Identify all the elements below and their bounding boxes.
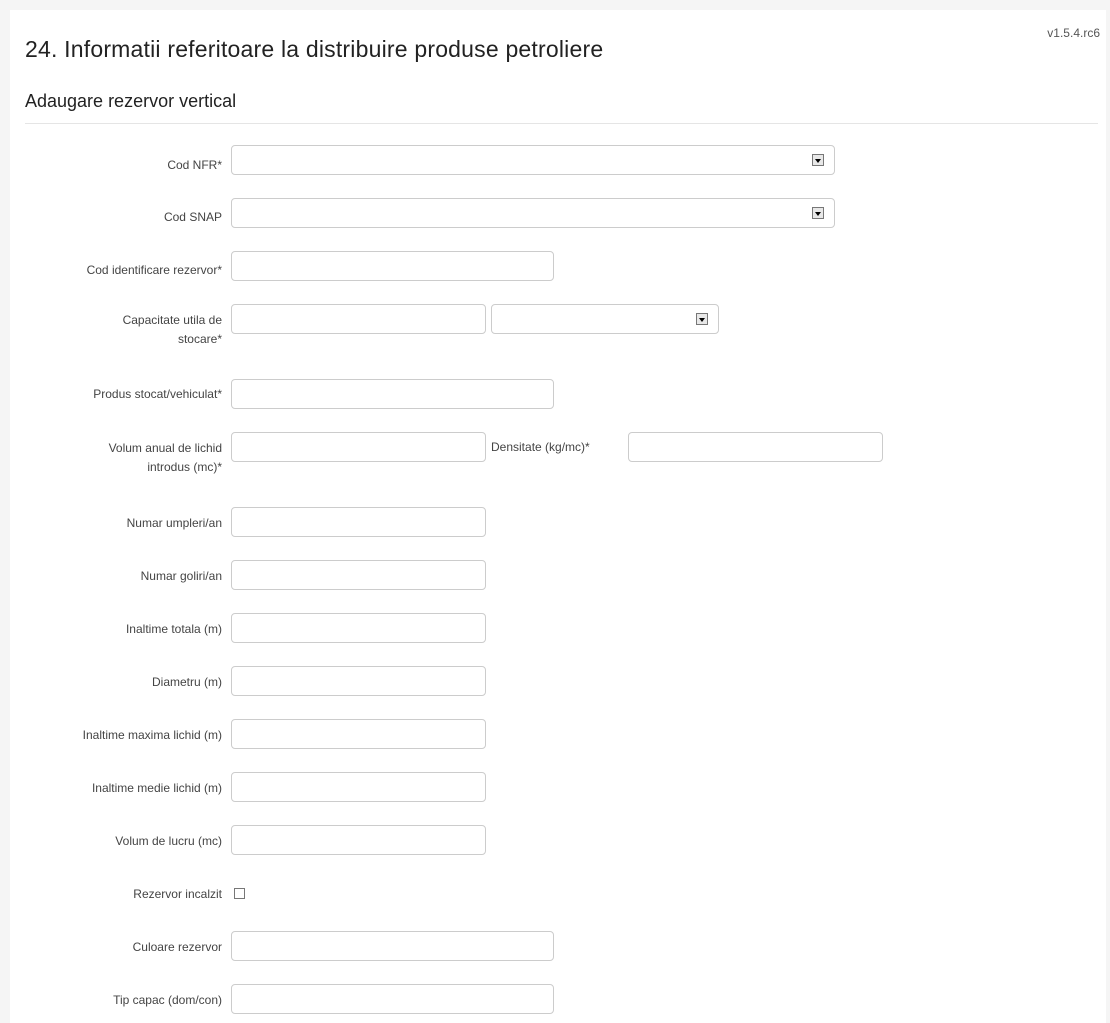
numar-umpleri-label: Numar umpleri/an bbox=[126, 516, 222, 530]
volum-lucru-label: Volum de lucru (mc) bbox=[115, 834, 222, 848]
volum-anual-input[interactable] bbox=[231, 432, 486, 462]
capacitate-label-line1: Capacitate utila de bbox=[122, 313, 222, 327]
rezervor-incalzit-label: Rezervor incalzit bbox=[133, 887, 222, 901]
cod-nfr-label: Cod NFR* bbox=[167, 158, 222, 172]
produs-label: Produs stocat/vehiculat* bbox=[93, 387, 222, 401]
diametru-input[interactable] bbox=[231, 666, 486, 696]
chevron-down-icon bbox=[812, 154, 824, 166]
tip-capac-input[interactable] bbox=[231, 984, 554, 1014]
section-subtitle: Adaugare rezervor vertical bbox=[25, 91, 237, 111]
cod-identificare-label: Cod identificare rezervor* bbox=[86, 263, 222, 277]
produs-input[interactable] bbox=[231, 379, 554, 409]
tip-capac-label: Tip capac (dom/con) bbox=[113, 993, 222, 1007]
culoare-label: Culoare rezervor bbox=[132, 940, 222, 954]
culoare-input[interactable] bbox=[231, 931, 554, 961]
numar-goliri-label: Numar goliri/an bbox=[140, 569, 222, 583]
capacitate-label: Capacitate utila de stocare* bbox=[123, 311, 222, 349]
inaltime-totala-input[interactable] bbox=[231, 613, 486, 643]
rezervor-incalzit-checkbox[interactable] bbox=[234, 888, 245, 899]
cod-snap-select[interactable] bbox=[231, 198, 835, 228]
capacitate-unit-select[interactable] bbox=[491, 304, 719, 334]
capacitate-input[interactable] bbox=[231, 304, 486, 334]
diametru-label: Diametru (m) bbox=[151, 675, 222, 689]
cod-snap-label: Cod SNAP bbox=[163, 210, 222, 224]
volum-anual-label-line2: introdus (mc)* bbox=[147, 460, 222, 474]
volum-anual-label: Volum anual de lichid introdus (mc)* bbox=[109, 439, 222, 477]
inaltime-totala-label: Inaltime totala (m) bbox=[125, 622, 222, 636]
inaltime-medie-label: Inaltime medie lichid (m) bbox=[91, 781, 222, 795]
numar-goliri-input[interactable] bbox=[231, 560, 486, 590]
capacitate-label-line2: stocare* bbox=[177, 332, 222, 346]
chevron-down-icon bbox=[812, 207, 824, 219]
cod-identificare-input[interactable] bbox=[231, 251, 554, 281]
chevron-down-icon bbox=[696, 313, 708, 325]
densitate-input[interactable] bbox=[628, 432, 883, 462]
inaltime-maxima-input[interactable] bbox=[231, 719, 486, 749]
inaltime-medie-input[interactable] bbox=[231, 772, 486, 802]
numar-umpleri-input[interactable] bbox=[231, 507, 486, 537]
volum-lucru-input[interactable] bbox=[231, 825, 486, 855]
volum-anual-label-line1: Volum anual de lichid bbox=[108, 441, 222, 455]
densitate-label: Densitate (kg/mc)* bbox=[491, 440, 590, 454]
section-divider bbox=[25, 123, 1098, 124]
version-label: v1.5.4.rc6 bbox=[1047, 26, 1100, 40]
cod-nfr-select[interactable] bbox=[231, 145, 835, 175]
page-title: 24. Informatii referitoare la distribuir… bbox=[25, 36, 604, 62]
inaltime-maxima-label: Inaltime maxima lichid (m) bbox=[82, 728, 222, 742]
